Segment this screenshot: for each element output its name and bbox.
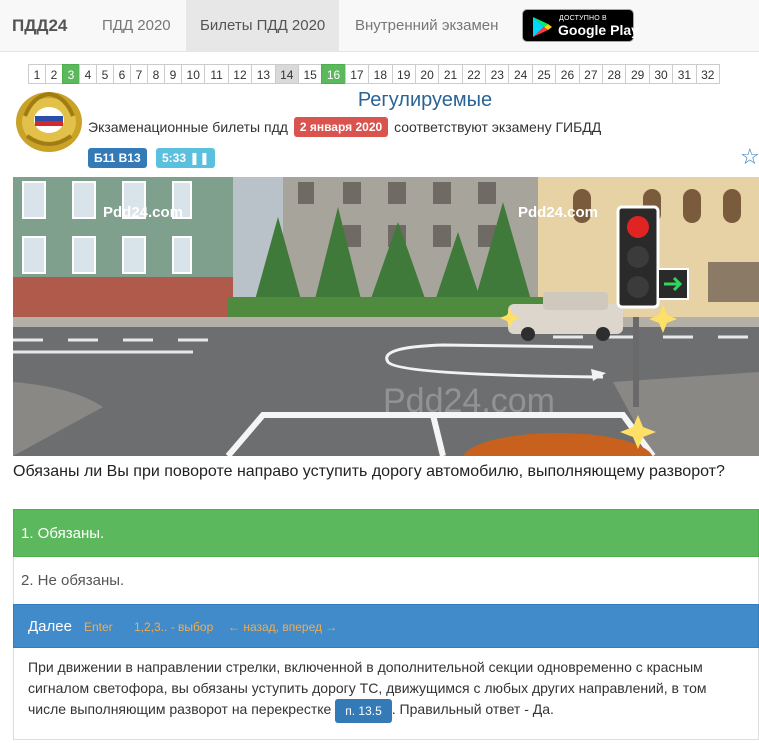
question-illustration: Pdd24.com Pdd24.com Pdd24.com [13, 177, 759, 456]
page-link-6[interactable]: 6 [113, 64, 131, 84]
nav-item-tickets[interactable]: Билеты ПДД 2020 [186, 0, 340, 51]
page-link-1[interactable]: 1 [28, 64, 46, 84]
google-play-label: Google Play [558, 22, 639, 38]
pause-icon[interactable]: ❚❚ [189, 151, 209, 165]
nav-item-pdd[interactable]: ПДД 2020 [88, 0, 185, 51]
page-link-4[interactable]: 4 [79, 64, 97, 84]
page-link-2[interactable]: 2 [45, 64, 63, 84]
page-link-17[interactable]: 17 [344, 64, 370, 84]
hint-select: 1,2,3.. - выбор [134, 620, 214, 634]
page-link-30[interactable]: 30 [648, 64, 674, 84]
page-link-11[interactable]: 11 [204, 64, 229, 84]
watermark-left: Pdd24.com [103, 204, 183, 221]
page-link-13[interactable]: 13 [251, 64, 276, 84]
page-link-26[interactable]: 26 [555, 64, 580, 84]
next-question-bar[interactable]: Далее Enter 1,2,3.. - выбор ← назад, впе… [13, 604, 759, 648]
page-link-10[interactable]: 10 [181, 64, 206, 84]
page-link-15[interactable]: 15 [297, 64, 323, 84]
favorite-star-icon[interactable]: ☆ [740, 144, 759, 170]
answer-option-1[interactable]: 1. Обязаны. [13, 509, 759, 557]
ticket-number-badge: Б11 В13 [88, 148, 147, 168]
page-link-14[interactable]: 14 [274, 64, 299, 84]
google-play-icon [533, 17, 552, 37]
subtitle-text-before: Экзаменационные билеты пдд [88, 119, 288, 135]
topic-title: Регулируемые [357, 89, 493, 111]
page-link-31[interactable]: 31 [672, 64, 697, 84]
google-play-button[interactable]: ДОСТУПНО В Google Play [522, 9, 639, 42]
page-link-18[interactable]: 18 [368, 64, 393, 84]
watermark-right: Pdd24.com [518, 204, 598, 221]
subtitle-text-after: соответствуют экзамену ГИБДД [394, 119, 602, 135]
question-text: Обязаны ли Вы при повороте направо уступ… [13, 463, 725, 480]
page-link-3[interactable]: 3 [62, 64, 80, 84]
page-link-22[interactable]: 22 [461, 64, 487, 84]
hint-navigation: ← назад, вперед → [228, 620, 338, 634]
hint-enter: Enter [84, 620, 113, 634]
next-button[interactable]: Далее [28, 618, 72, 635]
page-link-23[interactable]: 23 [485, 64, 510, 84]
page-link-16[interactable]: 16 [321, 64, 346, 84]
rule-link-button[interactable]: п. 13.5 [335, 699, 392, 723]
page-link-19[interactable]: 19 [391, 64, 416, 84]
watermark-center: Pdd24.com [383, 382, 555, 420]
timer-badge[interactable]: 5:33 ❚❚ [156, 148, 216, 168]
page-link-21[interactable]: 21 [438, 64, 463, 84]
page-link-9[interactable]: 9 [164, 64, 182, 84]
nav-item-exam[interactable]: Внутренний экзамен [341, 0, 512, 51]
date-badge: 2 января 2020 [293, 117, 389, 137]
explanation-answer: . Правильный ответ - Да. [391, 701, 554, 717]
page-link-29[interactable]: 29 [625, 64, 650, 84]
page-link-24[interactable]: 24 [508, 64, 533, 84]
top-navbar: ПДД24 ПДД 2020 Билеты ПДД 2020 Внутренни… [0, 0, 759, 52]
page-link-27[interactable]: 27 [578, 64, 604, 84]
ticket-subtitle: Экзаменационные билеты пдд 2 января 2020… [88, 117, 601, 137]
page-link-20[interactable]: 20 [414, 64, 440, 84]
page-link-7[interactable]: 7 [130, 64, 148, 84]
page-link-12[interactable]: 12 [227, 64, 253, 84]
page-link-32[interactable]: 32 [695, 64, 720, 84]
ticket-pagination: 1 2 3 4 5 6 7 8 9 10 11 12 13 14 15 16 17 18 19 20 21 22 23 24 2… [28, 64, 720, 84]
page-link-25[interactable]: 25 [531, 64, 557, 84]
page-link-8[interactable]: 8 [147, 64, 165, 84]
timer-value: 5:33 [162, 151, 187, 165]
brand-logo[interactable]: ПДД24 [12, 16, 67, 36]
gibdd-emblem-icon [16, 91, 82, 152]
page-link-5[interactable]: 5 [96, 64, 114, 84]
google-play-caption: ДОСТУПНО В [559, 15, 607, 22]
answer-option-2[interactable]: 2. Не обязаны. [13, 557, 759, 605]
page-link-28[interactable]: 28 [602, 64, 627, 84]
answer-explanation: При движении в направлении стрелки, вклю… [13, 648, 759, 740]
